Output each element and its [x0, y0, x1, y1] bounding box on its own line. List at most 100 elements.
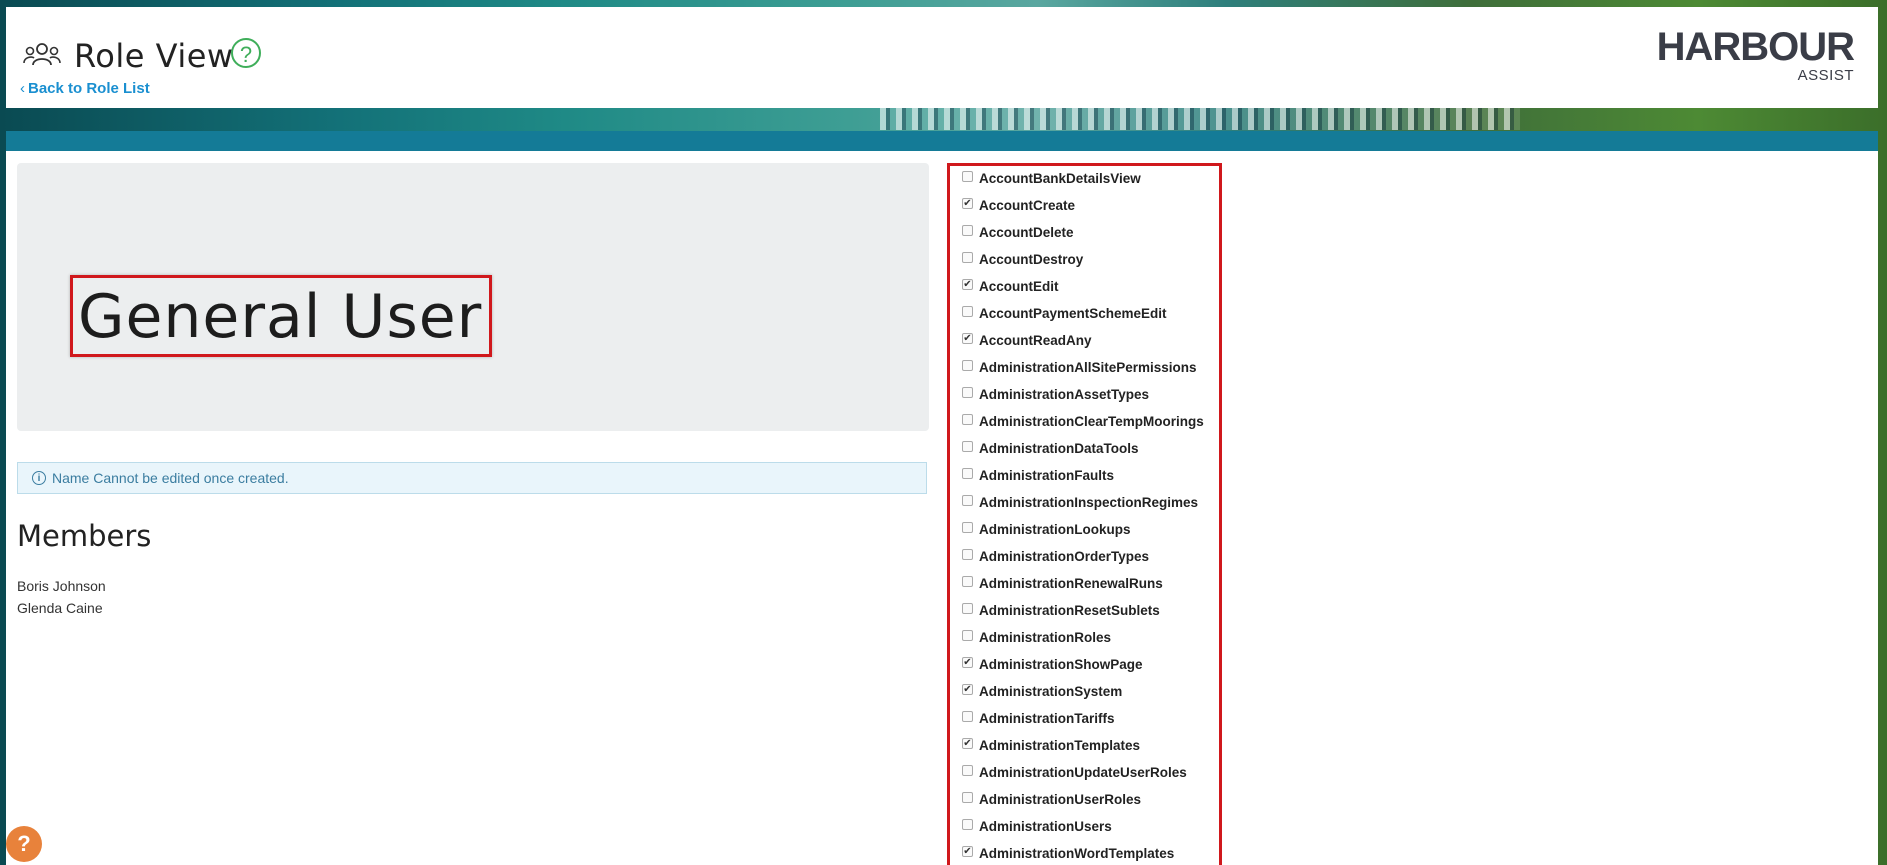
- permission-checkbox[interactable]: [962, 413, 973, 425]
- permission-row: AdministrationUsers: [962, 816, 1112, 836]
- chevron-left-icon: ‹: [20, 80, 25, 97]
- permission-row: AccountBankDetailsView: [962, 168, 1141, 188]
- permission-row: ✔ AdministrationTemplates: [962, 735, 1140, 755]
- permission-label: AdministrationWordTemplates: [979, 845, 1175, 861]
- permission-checkbox[interactable]: [962, 791, 973, 803]
- permission-label: AdministrationFaults: [979, 467, 1115, 483]
- permission-checkbox[interactable]: [962, 521, 973, 533]
- permission-checkbox[interactable]: ✔: [962, 683, 973, 695]
- permission-checkbox[interactable]: [962, 305, 973, 317]
- permission-row: AdministrationRenewalRuns: [962, 573, 1163, 593]
- permission-checkbox[interactable]: [962, 602, 973, 614]
- permission-checkbox[interactable]: ✔: [962, 737, 973, 749]
- accent-bar: [6, 131, 1878, 151]
- permission-row: AdministrationInspectionRegimes: [962, 492, 1198, 512]
- permission-row: AdministrationTariffs: [962, 708, 1115, 728]
- permission-row: AdministrationUserRoles: [962, 789, 1141, 809]
- member-item: Boris Johnson: [17, 578, 106, 594]
- permission-label: AdministrationRoles: [979, 629, 1112, 645]
- permission-row: AdministrationAllSitePermissions: [962, 357, 1197, 377]
- role-name: General User: [78, 282, 483, 352]
- permission-row: AdministrationAssetTypes: [962, 384, 1149, 404]
- back-link-label: Back to Role List: [28, 80, 150, 97]
- role-name-highlight: General User: [70, 275, 492, 357]
- members-list: Boris Johnson Glenda Caine: [17, 575, 106, 619]
- permission-label: AdministrationOrderTypes: [979, 548, 1150, 564]
- permission-label: AdministrationInspectionRegimes: [979, 494, 1199, 510]
- permission-label: AccountBankDetailsView: [979, 170, 1141, 186]
- permission-label: AdministrationUpdateUserRoles: [979, 764, 1187, 780]
- permission-row: ✔ AccountCreate: [962, 195, 1075, 215]
- role-name-panel: General User: [17, 163, 929, 431]
- permission-row: AdministrationRoles: [962, 627, 1111, 647]
- permission-label: AdministrationShowPage: [979, 656, 1143, 672]
- permission-checkbox[interactable]: ✔: [962, 656, 973, 668]
- permission-checkbox[interactable]: [962, 575, 973, 587]
- permission-label: AdministrationUserRoles: [979, 791, 1142, 807]
- permission-label: AccountDelete: [979, 224, 1074, 240]
- help-icon[interactable]: ?: [231, 38, 261, 68]
- permission-label: AccountReadAny: [979, 332, 1092, 348]
- permission-checkbox[interactable]: [962, 170, 973, 182]
- permission-row: AdministrationUpdateUserRoles: [962, 762, 1187, 782]
- permission-row: AdministrationOrderTypes: [962, 546, 1149, 566]
- harbour-assist-logo: HARBOUR ASSIST: [1657, 25, 1855, 85]
- permission-label: AdministrationLookups: [979, 521, 1131, 537]
- permission-label: AdministrationTariffs: [979, 710, 1115, 726]
- info-message: i Name Cannot be edited once created.: [17, 462, 927, 494]
- logo-sub-text: ASSIST: [1797, 67, 1854, 84]
- permission-label: AccountDestroy: [979, 251, 1084, 267]
- permission-checkbox[interactable]: ✔: [962, 278, 973, 290]
- permission-label: AccountPaymentSchemeEdit: [979, 305, 1167, 321]
- permission-label: AdministrationAllSitePermissions: [979, 359, 1197, 375]
- permission-row: ✔ AdministrationShowPage: [962, 654, 1143, 674]
- page-header: Role View ? ‹ Back to Role List HARBOUR …: [6, 7, 1878, 108]
- help-bubble-icon[interactable]: ?: [6, 826, 42, 862]
- permission-checkbox[interactable]: [962, 818, 973, 830]
- permission-label: AdministrationSystem: [979, 683, 1123, 699]
- permission-row: ✔ AccountReadAny: [962, 330, 1092, 350]
- back-to-role-list-link[interactable]: ‹ Back to Role List: [20, 80, 150, 97]
- permission-row: AdministrationFaults: [962, 465, 1114, 485]
- permission-checkbox[interactable]: [962, 224, 973, 236]
- permission-row: AccountDestroy: [962, 249, 1083, 269]
- permission-checkbox[interactable]: [962, 251, 973, 263]
- permission-checkbox[interactable]: [962, 386, 973, 398]
- permission-checkbox[interactable]: [962, 494, 973, 506]
- people-icon: [23, 43, 61, 66]
- permission-row: AdministrationClearTempMoorings: [962, 411, 1204, 431]
- page-title: Role View: [74, 37, 234, 75]
- permission-row: ✔ AdministrationSystem: [962, 681, 1122, 701]
- permission-checkbox[interactable]: ✔: [962, 197, 973, 209]
- permission-row: AccountDelete: [962, 222, 1074, 242]
- permission-checkbox[interactable]: [962, 764, 973, 776]
- permission-checkbox[interactable]: [962, 359, 973, 371]
- permission-label: AdministrationRenewalRuns: [979, 575, 1163, 591]
- logo-main-text: HARBOUR: [1656, 25, 1855, 69]
- permission-checkbox[interactable]: [962, 467, 973, 479]
- main-content: General User i Name Cannot be edited onc…: [6, 151, 1878, 865]
- permission-row: AdministrationResetSublets: [962, 600, 1160, 620]
- members-heading: Members: [17, 519, 152, 553]
- permission-row: AccountPaymentSchemeEdit: [962, 303, 1167, 323]
- permission-row: AdministrationDataTools: [962, 438, 1139, 458]
- permission-checkbox[interactable]: [962, 710, 973, 722]
- info-icon: i: [32, 471, 46, 485]
- permission-checkbox[interactable]: [962, 629, 973, 641]
- permission-checkbox[interactable]: [962, 548, 973, 560]
- permission-checkbox[interactable]: [962, 440, 973, 452]
- permission-label: AdministrationUsers: [979, 818, 1112, 834]
- permission-label: AccountEdit: [979, 278, 1059, 294]
- info-message-text: Name Cannot be edited once created.: [52, 470, 289, 486]
- permission-row: ✔ AdministrationWordTemplates: [962, 843, 1174, 863]
- marina-dock: [880, 108, 1520, 130]
- permission-checkbox[interactable]: ✔: [962, 332, 973, 344]
- permission-label: AccountCreate: [979, 197, 1076, 213]
- permission-label: AdministrationTemplates: [979, 737, 1141, 753]
- permission-checkbox[interactable]: ✔: [962, 845, 973, 857]
- permission-label: AdministrationDataTools: [979, 440, 1139, 456]
- permission-row: ✔ AccountEdit: [962, 276, 1059, 296]
- member-item: Glenda Caine: [17, 600, 103, 616]
- permission-label: AdministrationResetSublets: [979, 602, 1160, 618]
- permission-label: AdministrationClearTempMoorings: [979, 413, 1204, 429]
